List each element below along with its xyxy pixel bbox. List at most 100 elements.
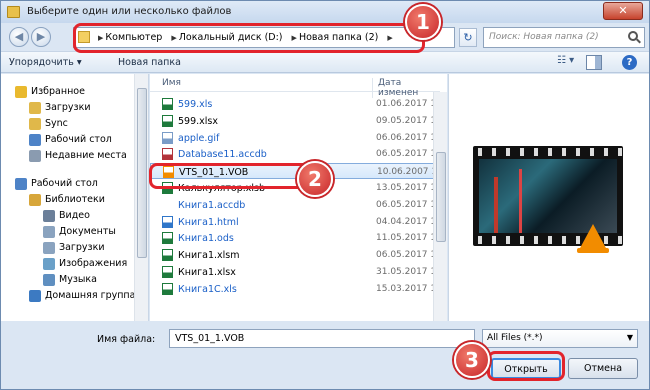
pictures-library-icon <box>43 258 55 270</box>
file-date: 13.05.2017 14:4 <box>376 183 440 193</box>
refresh-button[interactable]: ↻ <box>459 28 477 47</box>
file-name: 599.xls <box>178 99 213 110</box>
file-name: Database11.accdb <box>178 149 267 161</box>
file-name: Книга1.html <box>178 216 239 228</box>
highlight-open <box>487 351 565 381</box>
nav-item-label: Загрузки <box>45 102 91 113</box>
new-folder-button[interactable]: Новая папка <box>118 57 181 68</box>
file-icon <box>162 215 173 228</box>
title-bar: Выберите один или несколько файлов ✕ <box>1 1 649 23</box>
nav-item-label: Музыка <box>59 274 97 285</box>
video-library-icon <box>43 210 55 222</box>
nav-item-label: Рабочий стол <box>45 134 112 145</box>
close-button[interactable]: ✕ <box>603 2 643 20</box>
highlight-file <box>149 163 319 189</box>
nav-item-label: Изображения <box>59 258 128 269</box>
open-file-dialog: Выберите один или несколько файлов ✕ ◀ ▶… <box>0 0 650 390</box>
column-headers: Имя Дата изменен <box>150 74 440 98</box>
libraries-icon <box>29 194 41 206</box>
file-icon <box>162 114 173 127</box>
sync-folder-icon <box>29 118 41 130</box>
nav-item-label: Загрузки <box>59 242 105 253</box>
file-date: 06.05.2017 12:1 <box>376 149 440 160</box>
filetype-select[interactable]: All Files (*.*) ▼ <box>482 329 638 348</box>
column-date[interactable]: Дата изменен <box>372 78 440 98</box>
nav-item-label: Библиотеки <box>45 194 105 205</box>
file-icon <box>162 98 173 110</box>
file-name: apple.gif <box>178 132 220 144</box>
file-row[interactable]: Книга1.xlsx 31.05.2017 13:2 <box>150 264 440 280</box>
star-icon <box>15 86 27 98</box>
highlight-address <box>73 23 425 53</box>
file-date: 06.05.2017 12:1 <box>376 199 440 210</box>
downloads-library-icon <box>43 242 55 254</box>
change-view-icon[interactable]: ☷ ▾ <box>557 55 579 70</box>
recent-places-icon <box>29 150 41 162</box>
folder-icon <box>7 6 20 18</box>
file-date: 10.06.2007 12:3 <box>377 167 441 178</box>
file-date: 04.04.2017 13:3 <box>376 216 440 227</box>
desktop-icon <box>15 178 27 190</box>
file-row[interactable]: Книга1.html 04.04.2017 13:3 <box>150 214 440 230</box>
back-button[interactable]: ◀ <box>9 27 29 47</box>
column-name[interactable]: Имя <box>162 78 181 88</box>
step-badge-1: 1 <box>405 4 441 40</box>
command-bar: Упорядочить ▾ Новая папка ☷ ▾ ? <box>1 51 649 73</box>
file-date: 31.05.2017 13:2 <box>376 267 440 277</box>
cancel-button[interactable]: Отмена <box>568 358 638 379</box>
file-date: 06.05.2017 12:1 <box>376 250 440 261</box>
documents-library-icon <box>43 226 55 238</box>
vlc-icon <box>577 224 609 253</box>
file-row[interactable]: Книга1.accdb 06.05.2017 12:1 <box>150 197 440 213</box>
file-row[interactable]: 599.xlsx 09.05.2017 13:3 <box>150 113 440 129</box>
forward-button[interactable]: ▶ <box>31 27 51 47</box>
help-icon[interactable]: ? <box>622 55 637 70</box>
organize-button[interactable]: Упорядочить ▾ <box>9 57 82 68</box>
file-row[interactable]: Книга1С.xls 15.03.2017 15:4 <box>150 281 440 297</box>
filename-input[interactable]: VTS_01_1.VOB <box>169 329 475 348</box>
nav-item-label: Документы <box>59 226 116 237</box>
step-badge-3: 3 <box>454 342 490 378</box>
nav-scrollbar[interactable] <box>134 74 148 321</box>
file-icon <box>162 131 173 144</box>
search-input[interactable]: Поиск: Новая папка (2) <box>483 27 645 48</box>
nav-item-label: Рабочий стол <box>31 178 98 189</box>
file-date: 06.06.2017 15:3 <box>376 132 440 143</box>
desktop-icon <box>29 134 41 146</box>
file-name: Книга1.xlsm <box>178 250 240 262</box>
filename-label: Имя файла: <box>97 334 156 345</box>
file-row[interactable]: apple.gif 06.06.2017 15:3 <box>150 130 440 146</box>
file-icon <box>162 232 173 245</box>
file-date: 01.06.2017 16:3 <box>376 99 440 109</box>
file-name: Книга1.accdb <box>178 199 246 211</box>
nav-item-label: Sync <box>45 118 68 129</box>
downloads-folder-icon <box>29 102 41 114</box>
file-date: 15.03.2017 15:4 <box>376 283 440 294</box>
file-name: 599.xlsx <box>178 115 218 127</box>
file-list: Имя Дата изменен 599.xls01.06.2017 16:35… <box>150 74 447 321</box>
filelist-scrollbar[interactable] <box>433 92 447 321</box>
nav-item-label: Недавние места <box>45 150 127 161</box>
scrollbar-thumb[interactable] <box>137 88 147 258</box>
music-library-icon <box>43 274 55 286</box>
file-icon <box>162 148 173 161</box>
film-strip <box>473 148 623 156</box>
file-name: Книга1.ods <box>178 233 234 245</box>
file-icon <box>162 198 173 211</box>
file-row[interactable]: Книга1.ods 11.05.2017 12:1 <box>150 230 440 246</box>
nav-item-label: Избранное <box>31 86 85 97</box>
preview-pane <box>448 74 649 321</box>
file-row[interactable]: 599.xls 01.06.2017 16:3 <box>150 96 440 112</box>
preview-pane-icon[interactable] <box>586 55 602 70</box>
video-frame-element <box>494 177 498 233</box>
file-name: Книга1.xlsx <box>178 267 236 278</box>
file-row[interactable]: Database11.accdb 06.05.2017 12:1 <box>150 146 440 162</box>
window-title: Выберите один или несколько файлов <box>27 6 232 17</box>
nav-item-label: Домашняя группа <box>45 290 136 301</box>
scrollbar-thumb[interactable] <box>436 152 446 242</box>
file-date: 09.05.2017 13:3 <box>376 115 440 126</box>
file-icon <box>162 266 173 278</box>
step-badge-2: 2 <box>297 161 333 197</box>
search-icon[interactable] <box>628 31 638 41</box>
file-row[interactable]: Книга1.xlsm 06.05.2017 12:1 <box>150 247 440 263</box>
